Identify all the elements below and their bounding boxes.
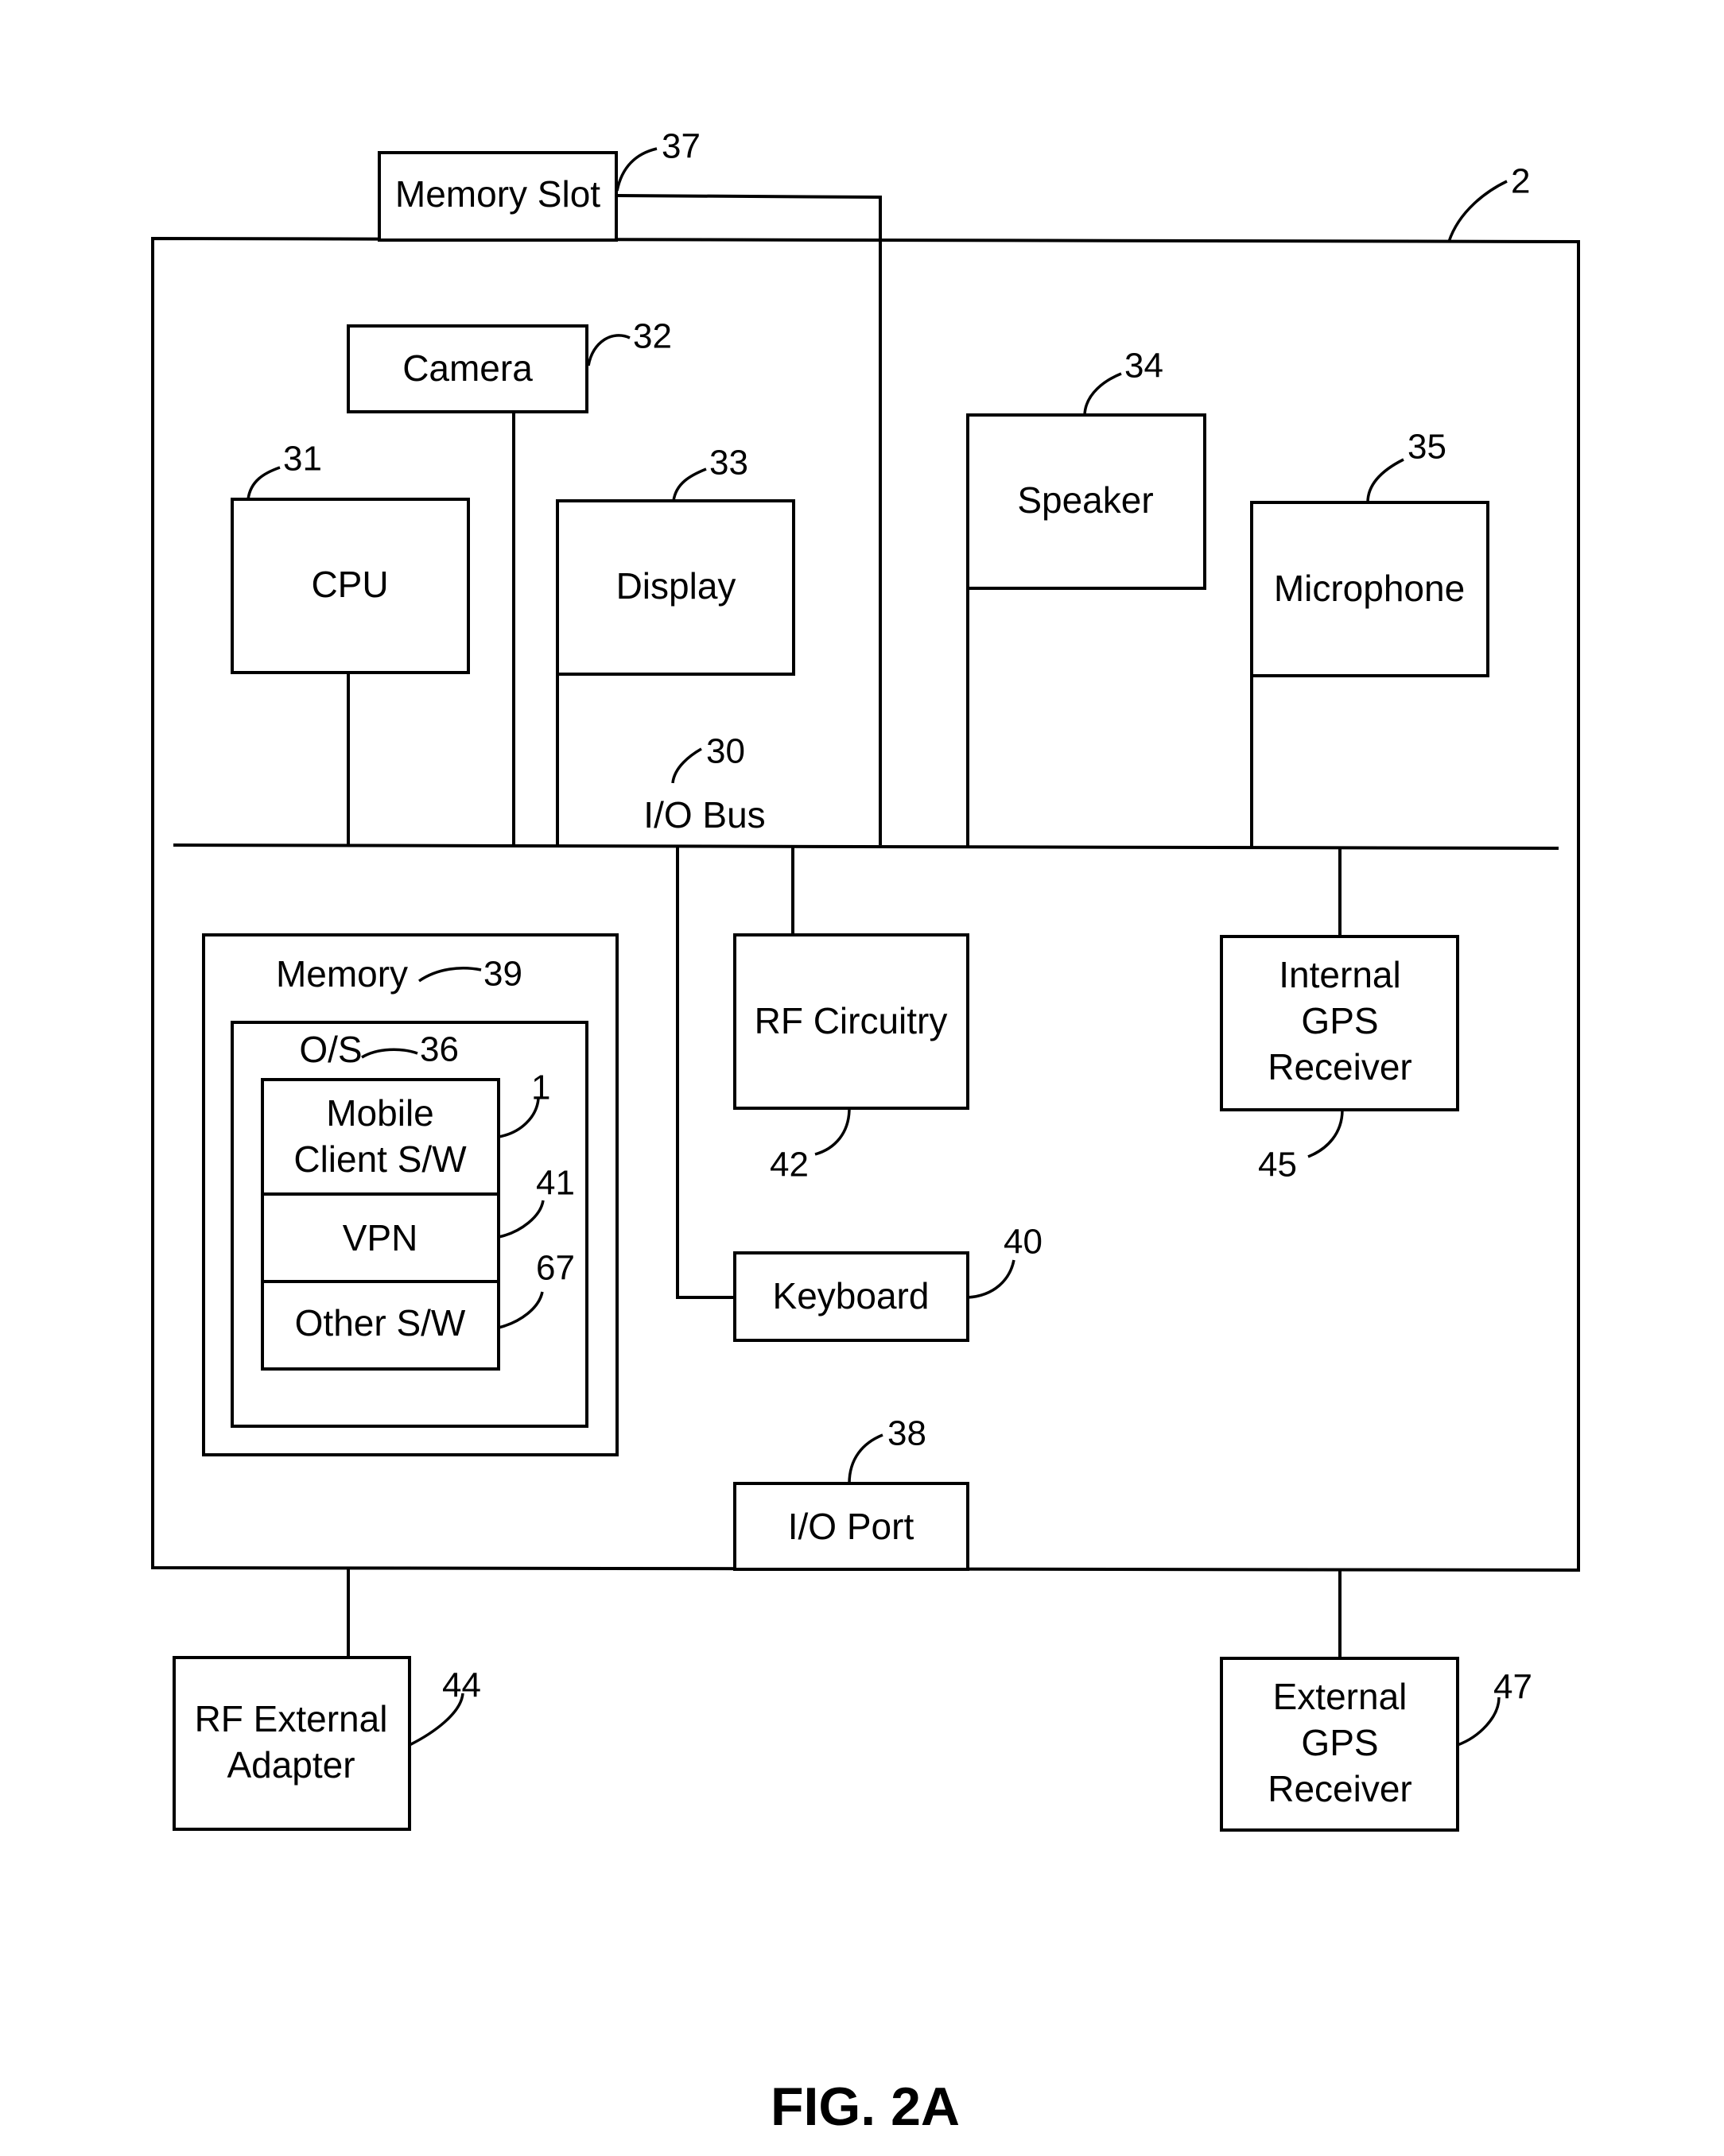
- io-bus-line: [173, 843, 1559, 850]
- internal-gps-ref: 45: [1258, 1146, 1297, 1185]
- io-port-label: I/O Port: [788, 1506, 914, 1547]
- keyboard-connector: [676, 847, 735, 1299]
- io-bus-label: I/O Bus: [643, 794, 765, 836]
- memory-slot-ref: 37: [662, 127, 701, 166]
- external-gps-label-line1: External: [1273, 1676, 1408, 1717]
- microphone-leader: [1366, 458, 1404, 503]
- keyboard-ref: 40: [1004, 1223, 1043, 1262]
- display-leader: [672, 467, 707, 502]
- block-diagram: 2 Memory Slot 37 I/O Bus 30 Camera 32 CP…: [151, 127, 1580, 2137]
- memory-ref: 39: [483, 955, 522, 994]
- os-label: O/S: [299, 1029, 362, 1070]
- internal-gps-label-line3: Receiver: [1268, 1046, 1412, 1088]
- microphone-ref: 35: [1408, 428, 1446, 467]
- vpn-label: VPN: [343, 1217, 418, 1258]
- camera-leader: [587, 334, 631, 366]
- rf-circuitry-ref: 42: [770, 1146, 809, 1185]
- speaker-ref: 34: [1124, 347, 1163, 386]
- rf-circuitry-label: RF Circuitry: [755, 1000, 948, 1041]
- speaker-label: Speaker: [1017, 479, 1153, 521]
- internal-gps-label-line2: GPS: [1301, 1000, 1378, 1041]
- io-bus-ref: 30: [706, 732, 745, 771]
- cpu-leader: [247, 466, 281, 500]
- keyboard-label: Keyboard: [773, 1275, 930, 1316]
- rf-external-ref: 44: [442, 1666, 481, 1705]
- memory-label: Memory: [276, 953, 408, 995]
- io-bus-leader: [671, 747, 702, 784]
- mobile-client-ref: 1: [531, 1068, 550, 1107]
- cpu-label: CPU: [311, 564, 388, 605]
- internal-gps-leader: [1307, 1109, 1344, 1158]
- display-ref: 33: [709, 444, 748, 483]
- rf-external-label-line2: Adapter: [227, 1744, 355, 1786]
- camera-ref: 32: [633, 317, 672, 356]
- figure-caption: FIG. 2A: [771, 2077, 960, 2137]
- speaker-leader: [1083, 372, 1122, 416]
- external-gps-label-line2: GPS: [1301, 1722, 1378, 1763]
- device-ref: 2: [1511, 162, 1530, 201]
- rf-external-adapter-box: [173, 1656, 411, 1831]
- mobile-client-label-line1: Mobile: [326, 1092, 434, 1134]
- mobile-client-label-line2: Client S/W: [293, 1138, 467, 1180]
- device-leader: [1447, 180, 1508, 242]
- io-port-leader: [848, 1433, 883, 1484]
- cpu-ref: 31: [283, 440, 322, 479]
- io-port-ref: 38: [887, 1414, 926, 1453]
- display-label: Display: [616, 565, 736, 607]
- internal-gps-label-line1: Internal: [1279, 954, 1400, 995]
- os-ref: 36: [420, 1030, 459, 1069]
- keyboard-leader: [967, 1259, 1015, 1299]
- memory-slot-leader: [615, 147, 658, 192]
- other-sw-ref: 67: [536, 1249, 575, 1288]
- vpn-ref: 41: [536, 1164, 575, 1203]
- rf-external-label-line1: RF External: [195, 1698, 388, 1739]
- camera-label: Camera: [402, 347, 533, 389]
- memory-slot-label: Memory Slot: [395, 173, 600, 215]
- other-sw-label: Other S/W: [295, 1302, 466, 1344]
- external-gps-ref: 47: [1493, 1668, 1532, 1707]
- rf-circuitry-leader: [814, 1107, 851, 1156]
- external-gps-label-line3: Receiver: [1268, 1768, 1412, 1809]
- microphone-label: Microphone: [1274, 568, 1465, 609]
